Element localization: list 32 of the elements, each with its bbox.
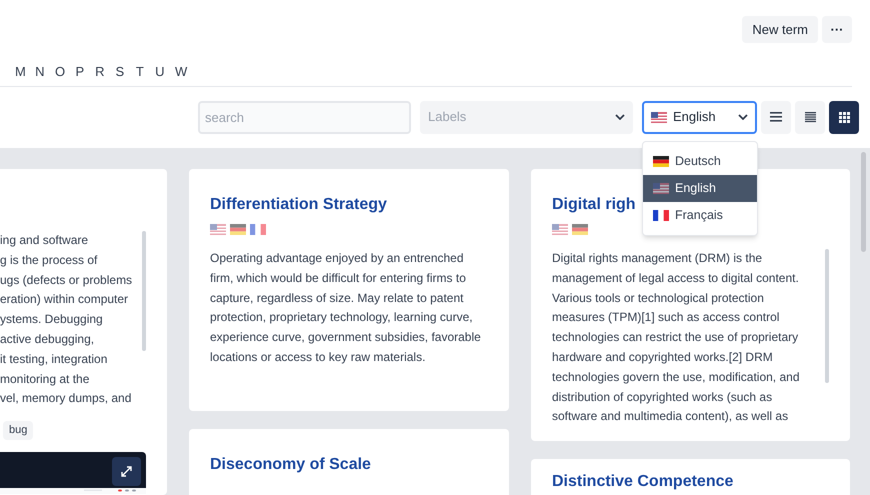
- letter-link[interactable]: M: [15, 62, 25, 82]
- letter-link[interactable]: U: [155, 62, 165, 82]
- letter-link[interactable]: O: [55, 62, 65, 82]
- text-line: ing and software: [0, 232, 90, 249]
- text-line: g is the process of: [0, 252, 98, 269]
- more-button[interactable]: ···: [822, 16, 852, 43]
- term-description: Digital rights management (DRM) is the management of legal access to digital content. Various tools or technological protection measures (TPM)[1] such as access control technologies can restrict the use of proprietary hardware and copyrighted works.[2] DRM technologies govern the use, modification, and distribution of copyrighted works (such as software and multimedia content), as well as: [552, 250, 800, 426]
- letter-link[interactable]: N: [35, 62, 45, 82]
- term-title: Diseconomy of Scale: [210, 455, 371, 475]
- text-line: ystems. Debugging: [0, 311, 104, 328]
- letter-link[interactable]: W: [175, 62, 185, 82]
- term-title: Distinctive Competence: [552, 472, 734, 492]
- term-description: Operating advantage enjoyed by an entrenched firm, which would be difficult for entering firms to capture, regardless of size. May relate to patent protection, proprietary technology, learning curve, experience curve, government subsidies, favorable locations or access to key raw materials.: [210, 250, 482, 366]
- language-option[interactable]: Deutsch: [643, 148, 757, 175]
- term-title: Differentiation Strategy: [210, 195, 387, 215]
- language-option[interactable]: Français: [643, 202, 757, 229]
- tag: bug: [3, 421, 34, 440]
- letter-link[interactable]: S: [115, 62, 125, 82]
- search-field[interactable]: search: [198, 100, 411, 134]
- text-line: active debugging,: [0, 330, 96, 348]
- letter-link[interactable]: R: [95, 62, 105, 82]
- text-line: vel, memory dumps, and: [0, 390, 132, 408]
- text-line: monitoring at the: [0, 370, 90, 388]
- text-line: ugs (defects or problems: [0, 272, 134, 289]
- text-line: it testing, integration: [0, 350, 108, 368]
- new-term-button[interactable]: New term: [742, 16, 818, 43]
- letter-link[interactable]: P: [75, 62, 85, 82]
- letter-link[interactable]: T: [135, 62, 145, 82]
- text-line: eration) within computer: [0, 291, 130, 308]
- language-option[interactable]: English: [643, 175, 757, 202]
- language-select[interactable]: English: [642, 100, 757, 134]
- term-title: Digital righ: [552, 195, 636, 215]
